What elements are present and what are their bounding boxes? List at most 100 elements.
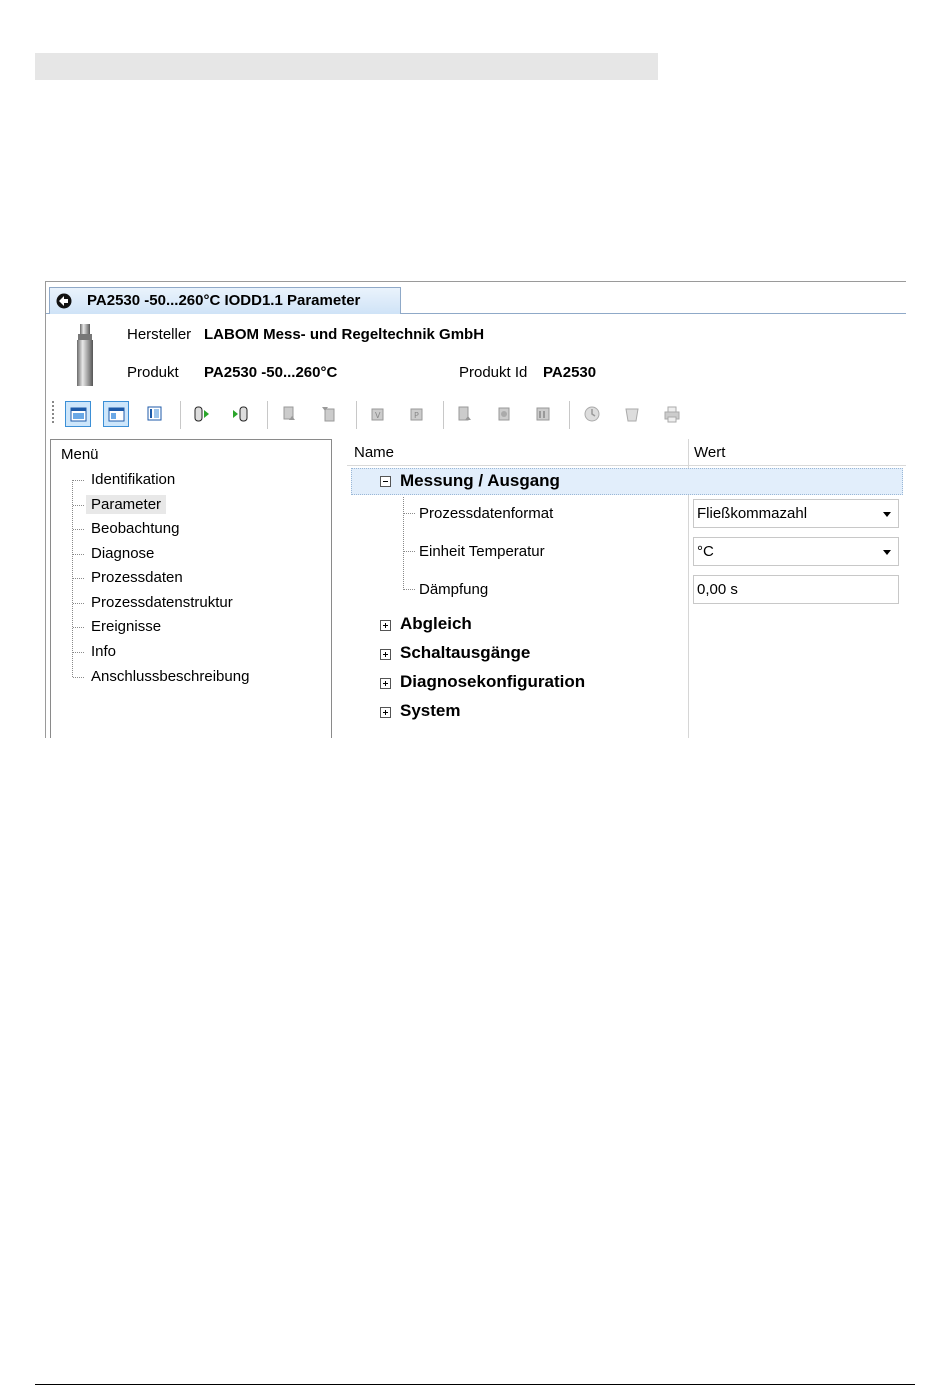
tree-line bbox=[73, 652, 84, 653]
download-variable-icon: P bbox=[410, 408, 423, 421]
delete-button[interactable] bbox=[619, 401, 645, 427]
tree-line bbox=[403, 497, 404, 590]
prozessdatenformat-dropdown[interactable]: Fließkommazahl bbox=[693, 499, 899, 528]
tree-line bbox=[73, 529, 84, 530]
reset-icon bbox=[498, 407, 510, 421]
clock-button[interactable] bbox=[579, 401, 605, 427]
layout-online-icon bbox=[70, 407, 87, 422]
tree-line bbox=[404, 513, 415, 514]
layout-offline-button[interactable] bbox=[103, 401, 129, 427]
read-from-device-button[interactable] bbox=[189, 401, 215, 427]
tree-line bbox=[73, 578, 84, 579]
tree-line bbox=[73, 677, 84, 678]
toolbar-separator bbox=[180, 401, 181, 429]
upload-variable-icon: V bbox=[371, 408, 384, 421]
expand-icon[interactable] bbox=[380, 707, 391, 718]
menu-item-anschlussbeschreibung[interactable]: Anschlussbeschreibung bbox=[86, 667, 254, 686]
dropdown-arrow-icon[interactable] bbox=[883, 550, 891, 555]
footer-rule bbox=[35, 1384, 915, 1385]
manufacturer-value: LABOM Mess- und Regeltechnik GmbH bbox=[204, 326, 485, 343]
header-bar bbox=[35, 53, 658, 80]
group-label-messung: Messung / Ausgang bbox=[400, 471, 560, 490]
upload-parameter-icon bbox=[283, 406, 295, 420]
menu-item-info[interactable]: Info bbox=[86, 642, 121, 661]
column-header-name[interactable]: Name bbox=[347, 439, 695, 465]
tree-line bbox=[73, 505, 84, 506]
tab-strip: PA2530 -50...260°C IODD1.1 Parameter bbox=[46, 282, 906, 314]
expand-icon[interactable] bbox=[380, 678, 391, 689]
device-icon bbox=[56, 293, 72, 309]
report-button[interactable] bbox=[530, 401, 556, 427]
layout-offline-icon bbox=[108, 407, 125, 422]
print-button[interactable] bbox=[659, 401, 685, 427]
delete-icon bbox=[625, 408, 639, 422]
device-image bbox=[77, 324, 93, 386]
param-label-einheit-temperatur: Einheit Temperatur bbox=[419, 543, 545, 560]
upload-variable-button[interactable]: V bbox=[365, 401, 391, 427]
write-to-device-icon bbox=[233, 406, 248, 422]
product-value: PA2530 -50...260°C bbox=[204, 364, 338, 381]
menu-item-ereignisse[interactable]: Ereignisse bbox=[86, 617, 166, 636]
toolbar-grip[interactable] bbox=[52, 401, 54, 425]
dropdown-arrow-icon[interactable] bbox=[883, 512, 891, 517]
expand-icon[interactable] bbox=[380, 649, 391, 660]
manufacturer-label: Hersteller bbox=[127, 326, 192, 343]
download-parameter-icon bbox=[322, 407, 335, 422]
svg-text:P: P bbox=[414, 411, 419, 420]
einheit-temperatur-value: °C bbox=[697, 543, 714, 560]
menu-item-identifikation[interactable]: Identifikation bbox=[86, 470, 180, 489]
tree-line bbox=[73, 480, 84, 481]
toolbar-separator bbox=[267, 401, 268, 429]
layout-list-button[interactable] bbox=[142, 401, 168, 427]
prozessdatenformat-value: Fließkommazahl bbox=[697, 505, 808, 522]
group-label-system[interactable]: System bbox=[400, 701, 460, 721]
param-label-daempfung: Dämpfung bbox=[419, 581, 489, 598]
tree-line bbox=[404, 589, 415, 590]
read-from-device-icon bbox=[194, 406, 209, 422]
reset-button[interactable] bbox=[491, 401, 517, 427]
param-label-prozessdatenformat: Prozessdatenformat bbox=[419, 505, 554, 522]
compare-button[interactable] bbox=[452, 401, 478, 427]
toolbar-separator bbox=[569, 401, 570, 429]
menu-item-parameter[interactable]: Parameter bbox=[86, 495, 167, 514]
group-label-diagnosekonfiguration[interactable]: Diagnosekonfiguration bbox=[400, 672, 585, 692]
einheit-temperatur-dropdown[interactable]: °C bbox=[693, 537, 899, 566]
product-id-label: Produkt Id bbox=[459, 364, 528, 381]
toolbar-separator bbox=[443, 401, 444, 429]
menu-panel: Menü Identifikation Parameter Beobachtun… bbox=[50, 439, 332, 738]
expand-icon[interactable] bbox=[380, 620, 391, 631]
menu-item-prozessdaten[interactable]: Prozessdaten bbox=[86, 568, 188, 587]
menu-item-prozessdatenstruktur[interactable]: Prozessdatenstruktur bbox=[86, 593, 238, 612]
toolbar-separator bbox=[356, 401, 357, 429]
parameter-grid: Name Wert Messung / Ausgang Prozessdaten… bbox=[347, 439, 906, 738]
upload-parameter-button[interactable] bbox=[277, 401, 303, 427]
write-to-device-button[interactable] bbox=[228, 401, 254, 427]
download-variable-button[interactable]: P bbox=[404, 401, 430, 427]
tree-line bbox=[404, 551, 415, 552]
report-icon bbox=[536, 407, 550, 421]
menu-item-beobachtung[interactable]: Beobachtung bbox=[86, 519, 184, 538]
compare-icon bbox=[458, 406, 471, 421]
tab-title: PA2530 -50...260°C IODD1.1 Parameter bbox=[87, 292, 361, 309]
menu-title: Menü bbox=[61, 446, 99, 463]
download-parameter-button[interactable] bbox=[316, 401, 342, 427]
layout-online-button[interactable] bbox=[65, 401, 91, 427]
collapse-icon[interactable] bbox=[380, 476, 391, 487]
layout-list-icon bbox=[147, 406, 162, 421]
daempfung-input[interactable]: 0,00 s bbox=[693, 575, 899, 604]
parameter-window: PA2530 -50...260°C IODD1.1 Parameter Her… bbox=[45, 281, 906, 738]
tree-line bbox=[73, 554, 84, 555]
tree-line bbox=[73, 603, 84, 604]
group-label-abgleich[interactable]: Abgleich bbox=[400, 614, 472, 634]
daempfung-value: 0,00 s bbox=[697, 581, 738, 598]
print-icon bbox=[664, 406, 680, 423]
tree-line bbox=[73, 627, 84, 628]
svg-text:V: V bbox=[375, 411, 381, 420]
column-header-value[interactable]: Wert bbox=[689, 439, 906, 465]
clock-icon bbox=[584, 406, 600, 422]
tab-parameter[interactable]: PA2530 -50...260°C IODD1.1 Parameter bbox=[49, 287, 401, 314]
group-label-schaltausgaenge[interactable]: Schaltausgänge bbox=[400, 643, 530, 663]
toolbar: V P bbox=[46, 395, 906, 433]
product-id-value: PA2530 bbox=[543, 364, 597, 381]
menu-item-diagnose[interactable]: Diagnose bbox=[86, 544, 159, 563]
